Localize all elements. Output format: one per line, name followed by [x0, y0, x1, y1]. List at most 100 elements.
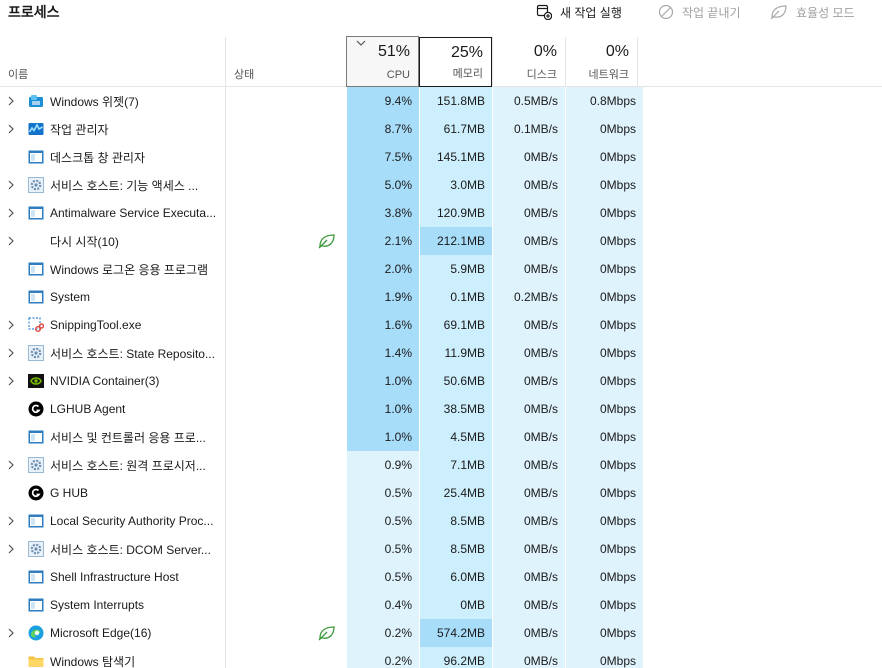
- expand-toggle[interactable]: [0, 451, 22, 479]
- expand-toggle: [0, 283, 22, 311]
- process-name-cell: 작업 관리자: [0, 115, 226, 143]
- process-row[interactable]: NVIDIA Container(3) 1.0% 50.6MB 0MB/s 0Mbps: [0, 367, 882, 395]
- process-network: 0Mbps: [565, 479, 643, 507]
- efficiency-mode-button[interactable]: 효율성 모드: [770, 1, 855, 23]
- expand-chevron-icon: [8, 124, 14, 134]
- network-total-pct: 0%: [605, 43, 629, 60]
- process-name-cell: 다시 시작(10): [0, 227, 226, 255]
- column-header-network[interactable]: 0% 네트워크: [565, 37, 638, 87]
- process-cpu: 0.5%: [346, 479, 419, 507]
- process-disk: 0MB/s: [492, 143, 565, 171]
- process-network: 0Mbps: [565, 115, 643, 143]
- process-disk: 0MB/s: [492, 255, 565, 283]
- expand-toggle[interactable]: [0, 311, 22, 339]
- process-row[interactable]: System 1.9% 0.1MB 0.2MB/s 0Mbps: [0, 283, 882, 311]
- process-disk: 0MB/s: [492, 507, 565, 535]
- process-row[interactable]: 서비스 및 컨트롤러 응용 프로... 1.0% 4.5MB 0MB/s 0Mbps: [0, 423, 882, 451]
- process-network: 0Mbps: [565, 451, 643, 479]
- expand-toggle: [0, 395, 22, 423]
- window-app-icon: [28, 289, 44, 305]
- process-row[interactable]: 다시 시작(10) 2.1% 212.1MB 0MB/s 0Mbps: [0, 227, 882, 255]
- process-name-cell: LGHUB Agent: [0, 395, 226, 423]
- column-header-name[interactable]: 이름: [0, 37, 226, 87]
- column-header-disk[interactable]: 0% 디스크: [492, 37, 565, 87]
- expand-toggle[interactable]: [0, 535, 22, 563]
- process-row[interactable]: Microsoft Edge(16) 0.2% 574.2MB 0MB/s 0Mbps: [0, 619, 882, 647]
- process-disk: 0MB/s: [492, 395, 565, 423]
- process-row[interactable]: SnippingTool.exe 1.6% 69.1MB 0MB/s 0Mbps: [0, 311, 882, 339]
- expand-toggle: [0, 423, 22, 451]
- process-memory: 0MB: [419, 591, 492, 619]
- process-row[interactable]: 데스크톱 창 관리자 7.5% 145.1MB 0MB/s 0Mbps: [0, 143, 882, 171]
- run-new-task-label: 새 작업 실행: [560, 5, 622, 20]
- process-name: Local Security Authority Proc...: [50, 514, 214, 528]
- process-cpu: 9.4%: [346, 87, 419, 115]
- process-row[interactable]: Windows 탐색기 0.2% 96.2MB 0MB/s 0Mbps: [0, 647, 882, 668]
- process-cpu: 1.0%: [346, 395, 419, 423]
- column-header-cpu[interactable]: 51% CPU: [346, 36, 419, 87]
- process-name: 서비스 호스트: 기능 액세스 ...: [50, 178, 199, 193]
- process-name-cell: 서비스 호스트: 원격 프로시저...: [0, 451, 226, 479]
- process-status-cell: [226, 115, 346, 143]
- process-memory: 151.8MB: [419, 87, 492, 115]
- process-row[interactable]: System Interrupts 0.4% 0MB 0MB/s 0Mbps: [0, 591, 882, 619]
- process-row[interactable]: 서비스 호스트: 원격 프로시저... 0.9% 7.1MB 0MB/s 0Mbps: [0, 451, 882, 479]
- expand-toggle[interactable]: [0, 199, 22, 227]
- process-cpu: 1.9%: [346, 283, 419, 311]
- column-header-status[interactable]: 상태: [226, 37, 346, 87]
- process-status-cell: [226, 339, 346, 367]
- expand-toggle[interactable]: [0, 507, 22, 535]
- process-row[interactable]: 작업 관리자 8.7% 61.7MB 0.1MB/s 0Mbps: [0, 115, 882, 143]
- column-disk-label: 디스크: [526, 69, 557, 81]
- expand-toggle[interactable]: [0, 367, 22, 395]
- process-disk: 0MB/s: [492, 367, 565, 395]
- process-name: Shell Infrastructure Host: [50, 570, 179, 584]
- process-row[interactable]: LGHUB Agent 1.0% 38.5MB 0MB/s 0Mbps: [0, 395, 882, 423]
- process-name: G HUB: [50, 486, 89, 500]
- process-memory: 96.2MB: [419, 647, 492, 668]
- end-task-button[interactable]: 작업 끝내기: [658, 1, 741, 23]
- process-cpu: 0.4%: [346, 591, 419, 619]
- expand-toggle[interactable]: [0, 87, 22, 115]
- process-cpu: 0.9%: [346, 451, 419, 479]
- process-row[interactable]: 서비스 호스트: DCOM Server... 0.5% 8.5MB 0MB/s 0Mb…: [0, 535, 882, 563]
- expand-chevron-icon: [8, 208, 14, 218]
- process-cpu: 1.4%: [346, 339, 419, 367]
- process-row[interactable]: 서비스 호스트: State Reposito... 1.4% 11.9MB 0MB/…: [0, 339, 882, 367]
- process-name-cell: Local Security Authority Proc...: [0, 507, 226, 535]
- process-disk: 0MB/s: [492, 647, 565, 668]
- process-network: 0Mbps: [565, 227, 643, 255]
- process-row[interactable]: Local Security Authority Proc... 0.5% 8.5M…: [0, 507, 882, 535]
- edge-icon: [28, 625, 44, 641]
- process-row[interactable]: Windows 위젯(7) 9.4% 151.8MB 0.5MB/s 0.8Mbps: [0, 87, 882, 115]
- process-name-cell: G HUB: [0, 479, 226, 507]
- window-app-icon: [28, 205, 44, 221]
- process-row[interactable]: G HUB 0.5% 25.4MB 0MB/s 0Mbps: [0, 479, 882, 507]
- process-cpu: 3.8%: [346, 199, 419, 227]
- process-name-cell: Antimalware Service Executa...: [0, 199, 226, 227]
- expand-toggle[interactable]: [0, 227, 22, 255]
- process-cpu: 0.2%: [346, 619, 419, 647]
- process-name-cell: Shell Infrastructure Host: [0, 563, 226, 591]
- process-row[interactable]: Antimalware Service Executa... 3.8% 120.9M…: [0, 199, 882, 227]
- process-row[interactable]: Windows 로그온 응용 프로그램 2.0% 5.9MB 0MB/s 0Mbps: [0, 255, 882, 283]
- process-memory: 25.4MB: [419, 479, 492, 507]
- process-network: 0Mbps: [565, 143, 643, 171]
- process-name-cell: 서비스 호스트: State Reposito...: [0, 339, 226, 367]
- expand-toggle[interactable]: [0, 115, 22, 143]
- expand-toggle[interactable]: [0, 171, 22, 199]
- process-memory: 145.1MB: [419, 143, 492, 171]
- expand-toggle[interactable]: [0, 619, 22, 647]
- process-row[interactable]: Shell Infrastructure Host 0.5% 6.0MB 0MB/s 0…: [0, 563, 882, 591]
- expand-chevron-icon: [8, 516, 14, 526]
- process-row[interactable]: 서비스 호스트: 기능 액세스 ... 5.0% 3.0MB 0MB/s 0Mbps: [0, 171, 882, 199]
- process-name-cell: 서비스 및 컨트롤러 응용 프로...: [0, 423, 226, 451]
- process-status-cell: [226, 255, 346, 283]
- expand-toggle[interactable]: [0, 339, 22, 367]
- process-status-cell: [226, 283, 346, 311]
- process-name-cell: SnippingTool.exe: [0, 311, 226, 339]
- process-status-cell: [226, 619, 346, 647]
- run-new-task-button[interactable]: 새 작업 실행: [536, 1, 622, 23]
- process-status-cell: [226, 395, 346, 423]
- column-header-memory[interactable]: 25% 메모리: [419, 37, 492, 87]
